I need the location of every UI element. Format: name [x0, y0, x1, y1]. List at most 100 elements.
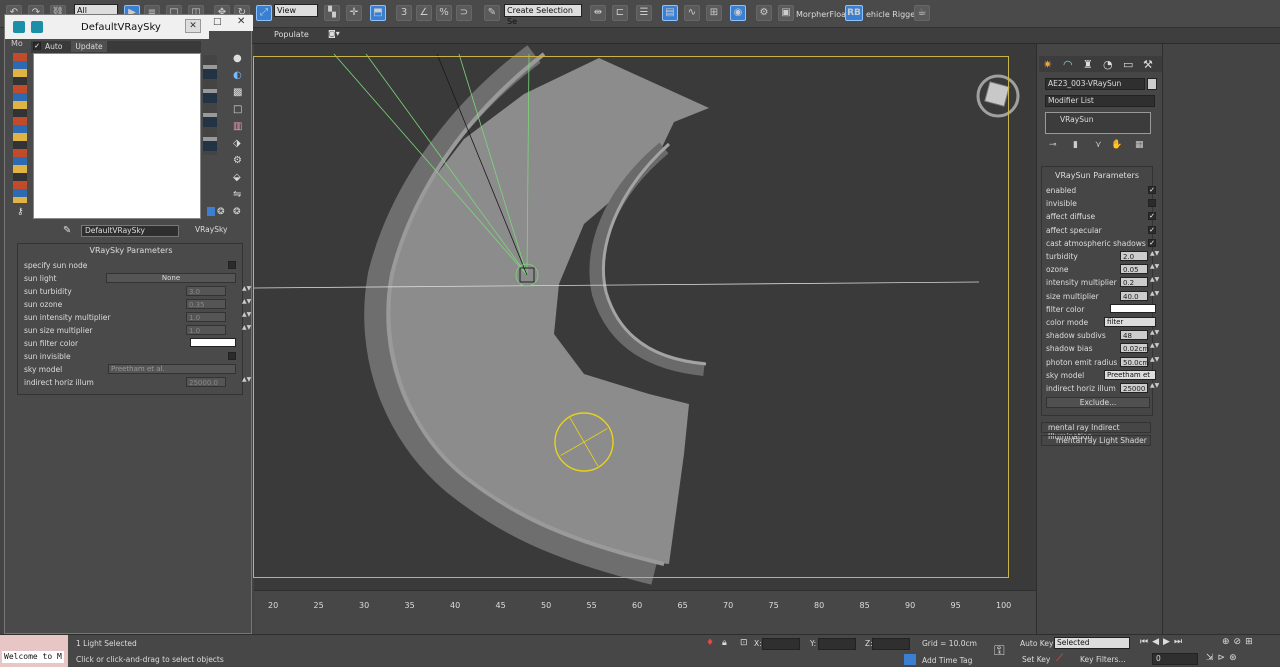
rollup-mental-ray-light-shader[interactable]: mental ray Light Shader: [1041, 435, 1151, 446]
auto-key-button[interactable]: Auto Key: [1020, 639, 1053, 648]
key-filters-button[interactable]: Key Filters...: [1080, 655, 1126, 664]
object-color-swatch[interactable]: [1147, 78, 1157, 90]
align-icon[interactable]: ⊏: [612, 5, 628, 21]
toggle-ribbon-icon[interactable]: ▤: [662, 5, 678, 21]
make-unique-icon[interactable]: ⋎: [1095, 140, 1102, 150]
vraysun-param-spinner[interactable]: 2.0: [1120, 251, 1148, 261]
key-selection-dropdown[interactable]: Selected: [1054, 637, 1130, 649]
select-by-material-icon[interactable]: ⬙: [233, 172, 241, 183]
rollup-mental-ray-indirect[interactable]: mental ray Indirect Illumination: [1041, 422, 1151, 441]
options-icon[interactable]: ⚙: [233, 155, 242, 166]
modifier-stack[interactable]: VRaySun: [1045, 112, 1151, 134]
get-material-icon[interactable]: ⚷: [17, 207, 24, 217]
spinner-arrows-icon[interactable]: ▲▼: [1150, 343, 1159, 353]
spinner-arrows-icon[interactable]: ▲▼: [1150, 251, 1159, 261]
material-navigator-icon[interactable]: ⇋: [233, 189, 241, 200]
vraysun-param-spinner[interactable]: 25000: [1120, 383, 1148, 393]
map-name-field[interactable]: DefaultVRaySky: [81, 225, 179, 237]
sun-filter-color-swatch[interactable]: [190, 338, 236, 347]
background-icon[interactable]: ▩: [233, 87, 242, 98]
curve-editor-icon[interactable]: ∿: [684, 5, 700, 21]
percent-snap-icon[interactable]: %: [436, 5, 452, 21]
current-frame-field[interactable]: 0: [1152, 653, 1198, 665]
remove-modifier-icon[interactable]: ✋: [1111, 140, 1122, 150]
set-key-mode-icon[interactable]: ⚿: [994, 643, 1005, 659]
vraysun-param-dropdown[interactable]: filter: [1104, 317, 1156, 327]
z-coordinate-field[interactable]: [872, 638, 910, 650]
layer-explorer-icon[interactable]: ☰: [636, 5, 652, 21]
spinner-snap-icon[interactable]: ⊃: [456, 5, 472, 21]
vraysun-rollout-title[interactable]: VRaySun Parameters: [1042, 171, 1152, 180]
spinner-arrows-icon[interactable]: ▲▼: [242, 325, 251, 335]
ribbon-options-icon[interactable]: ◙▾: [328, 29, 340, 38]
vraysky-param-spinner[interactable]: 1.0: [186, 312, 226, 322]
viewport-nav-controls[interactable]: ⊕⊘⊞: [1222, 637, 1257, 647]
edit-named-selection-icon[interactable]: ✎: [484, 5, 500, 21]
pin-stack-icon[interactable]: ⊸: [1049, 140, 1057, 150]
spinner-arrows-icon[interactable]: ▲▼: [1150, 264, 1159, 274]
reference-coordinate-dropdown[interactable]: View: [274, 4, 318, 17]
keyboard-shortcut-override-icon[interactable]: ⬒: [370, 5, 386, 21]
auto-checkbox[interactable]: ✓: [33, 42, 41, 50]
backlight-icon[interactable]: ◐: [233, 70, 242, 81]
timeline[interactable]: 20 25 30 35 40 45 50 55 60 65 70 75 80 85 90 95 100: [254, 590, 1036, 634]
sample-uv-tiling-icon[interactable]: □: [233, 104, 242, 115]
render-setup-icon[interactable]: ⚙: [756, 5, 772, 21]
vraysun-param-spinner[interactable]: 0.05: [1120, 264, 1148, 275]
y-coordinate-field[interactable]: [818, 638, 856, 650]
vraysun-param-checkbox[interactable]: ✓: [1148, 238, 1156, 247]
playback-controls[interactable]: ⏮◀▶⏭: [1140, 637, 1186, 647]
zoom-pan-controls[interactable]: ⇲⊳⊛: [1206, 653, 1241, 663]
x-coordinate-field[interactable]: [762, 638, 800, 650]
sample-slots-strip[interactable]: [13, 53, 27, 203]
spinner-arrows-icon[interactable]: ▲▼: [1150, 277, 1159, 287]
spinner-arrows-icon[interactable]: ▲▼: [242, 299, 251, 309]
vraysky-param-spinner[interactable]: 3.0: [186, 286, 226, 296]
select-scale-icon[interactable]: ⤢: [256, 5, 272, 21]
vraysky-param-checkbox[interactable]: [228, 261, 236, 269]
add-time-tag-button[interactable]: Add Time Tag: [922, 656, 972, 665]
schematic-view-icon[interactable]: ⊞: [706, 5, 722, 21]
maximize-icon[interactable]: □: [213, 17, 222, 27]
display-tab-icon[interactable]: ▭: [1123, 58, 1133, 71]
reset-map-icon[interactable]: ❂: [233, 207, 241, 217]
show-end-result-icon[interactable]: ▮: [1073, 140, 1078, 150]
stack-item-vraysun[interactable]: VRaySun: [1060, 115, 1093, 124]
vraysun-param-spinner[interactable]: 0.02cm: [1120, 343, 1149, 354]
modify-tab-icon[interactable]: ◠: [1063, 58, 1073, 71]
make-preview-icon[interactable]: ⬗: [233, 138, 241, 149]
sun-light-button[interactable]: None: [106, 273, 236, 283]
selection-lock-icon[interactable]: 🔒︎: [722, 638, 727, 648]
modifier-list-dropdown[interactable]: Modifier List: [1045, 95, 1155, 107]
spinner-arrows-icon[interactable]: ▲▼: [1150, 290, 1159, 301]
pick-material-icon[interactable]: ✎: [63, 225, 73, 237]
render-frame-window-icon[interactable]: ▣: [778, 5, 794, 21]
spinner-arrows-icon[interactable]: ▲▼: [242, 377, 251, 387]
create-tab-icon[interactable]: ✷: [1043, 58, 1052, 71]
close-window-icon[interactable]: ✕: [237, 16, 245, 27]
vraysun-param-spinner[interactable]: 0.2: [1120, 277, 1148, 288]
vraysun-param-checkbox[interactable]: ✓: [1148, 225, 1156, 234]
select-manipulate-icon[interactable]: ✛: [346, 5, 362, 21]
spinner-arrows-icon[interactable]: ▲▼: [242, 312, 251, 322]
vraysun-param-dropdown[interactable]: Preetham et: [1104, 369, 1156, 380]
hierarchy-tab-icon[interactable]: ♜: [1083, 58, 1093, 71]
update-button[interactable]: Update: [71, 41, 107, 52]
mirror-icon[interactable]: ⇹: [590, 5, 606, 21]
dialog-titlebar[interactable]: DefaultVRaySky ✕: [5, 15, 209, 39]
vraysky-param-spinner[interactable]: 1.0: [186, 325, 226, 335]
modes-tab[interactable]: Mo: [11, 39, 29, 51]
motion-tab-icon[interactable]: ◔: [1103, 58, 1113, 71]
vraysun-param-spinner[interactable]: 48: [1120, 330, 1148, 341]
close-icon[interactable]: ✕: [185, 19, 201, 33]
named-selection-sets-dropdown[interactable]: Create Selection Se: [504, 4, 582, 26]
spinner-arrows-icon[interactable]: ▲▼: [1150, 383, 1159, 393]
pivot-center-icon[interactable]: ▚: [324, 5, 340, 21]
exclude-button[interactable]: Exclude...: [1046, 397, 1150, 408]
isolate-selection-icon[interactable]: ♦: [706, 638, 714, 648]
sample-slots-right[interactable]: [203, 55, 217, 155]
sky-model-dropdown[interactable]: Preetham et al.: [108, 364, 236, 374]
vraysky-param-spinner[interactable]: 25000.0: [186, 377, 226, 387]
vraysky-rollout-title[interactable]: VRaySky Parameters: [18, 246, 244, 255]
vraysun-param-checkbox[interactable]: ✓: [1148, 186, 1156, 194]
